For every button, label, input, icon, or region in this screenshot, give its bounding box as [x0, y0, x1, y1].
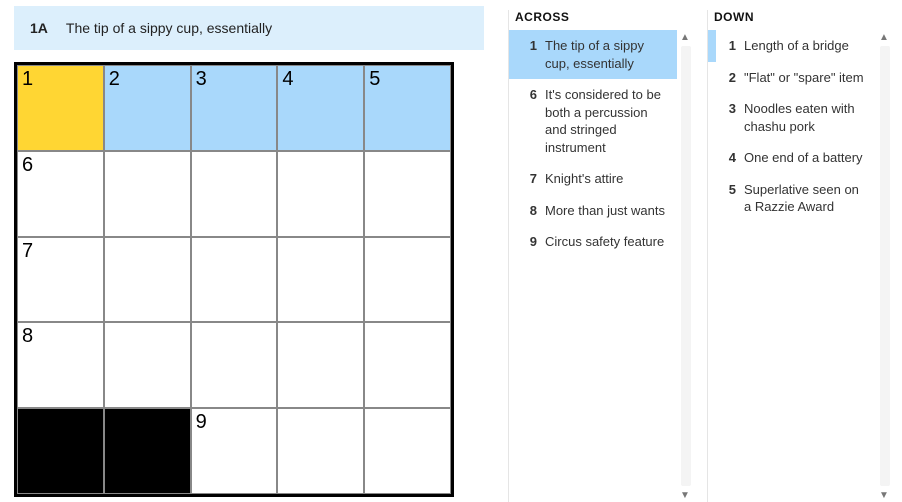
cell-number: 6 [22, 154, 33, 177]
clue-item[interactable]: 8 More than just wants [509, 195, 677, 227]
scrollbar[interactable] [880, 46, 890, 486]
clue-text: "Flat" or "spare" item [744, 69, 868, 87]
grid-cell[interactable] [277, 237, 364, 323]
scroll-up-icon[interactable]: ▲ [679, 30, 691, 44]
crossword-grid[interactable]: 1 2 3 4 5 6 7 8 9 [14, 62, 454, 497]
down-column: DOWN 1 Length of a bridge 2 "Flat" or "spar… [707, 10, 892, 502]
clue-item[interactable]: 3Noodles eaten with chashu pork [708, 93, 876, 142]
clue-item[interactable]: 1 Length of a bridge [708, 30, 876, 62]
clue-number: 2 [720, 69, 736, 87]
clue-number: 5 [720, 181, 736, 216]
grid-cell[interactable] [104, 151, 191, 237]
grid-cell[interactable] [364, 408, 451, 494]
grid-cell[interactable] [191, 237, 278, 323]
clue-number: 1 [521, 37, 537, 72]
clue-number: 6 [521, 86, 537, 156]
clue-number: 8 [521, 202, 537, 220]
cell-number: 1 [22, 68, 33, 91]
grid-cell[interactable]: 3 [191, 65, 278, 151]
clue-text: It's considered to be both a percussion … [545, 86, 669, 156]
grid-cell[interactable]: 5 [364, 65, 451, 151]
grid-cell[interactable]: 8 [17, 322, 104, 408]
clue-item[interactable]: 2 "Flat" or "spare" item [708, 62, 876, 94]
grid-cell[interactable]: 6 [17, 151, 104, 237]
cell-number: 2 [109, 68, 120, 91]
cell-number: 3 [196, 68, 207, 91]
clue-number: 9 [521, 233, 537, 251]
scrollbar[interactable] [681, 46, 691, 486]
across-column: ACROSS 1The tip of a sippy cup, essentia… [508, 10, 693, 502]
clue-number: 1 [720, 37, 736, 55]
clue-item[interactable]: 1The tip of a sippy cup, essentially [509, 30, 677, 79]
cell-number: 8 [22, 325, 33, 348]
scroll-down-icon[interactable]: ▼ [878, 488, 890, 502]
grid-cell[interactable] [364, 151, 451, 237]
clue-text: Knight's attire [545, 170, 669, 188]
grid-cell[interactable]: 1 [17, 65, 104, 151]
clue-number: 3 [720, 100, 736, 135]
clue-number: 7 [521, 170, 537, 188]
grid-cell[interactable] [277, 408, 364, 494]
scroll-up-icon[interactable]: ▲ [878, 30, 890, 44]
clue-lists: ACROSS 1The tip of a sippy cup, essentia… [484, 6, 892, 502]
grid-cell[interactable] [104, 322, 191, 408]
clue-text: One end of a battery [744, 149, 868, 167]
current-clue-id: 1A [30, 20, 48, 36]
grid-cell[interactable]: 7 [17, 237, 104, 323]
grid-cell[interactable] [364, 322, 451, 408]
across-list-wrap: 1The tip of a sippy cup, essentially6It'… [509, 30, 693, 502]
clue-item[interactable]: 7 Knight's attire [509, 163, 677, 195]
down-title: DOWN [714, 10, 892, 24]
cell-number: 5 [369, 68, 380, 91]
down-list-wrap: 1 Length of a bridge 2 "Flat" or "spare" it… [708, 30, 892, 502]
current-clue-bar[interactable]: 1A The tip of a sippy cup, essentially [14, 6, 484, 50]
cell-number: 9 [196, 411, 207, 434]
crossword-app: 1A The tip of a sippy cup, essentially 1… [0, 0, 902, 502]
grid-cell [104, 408, 191, 494]
grid-cell[interactable] [277, 322, 364, 408]
clue-item[interactable]: 5Superlative seen on a Razzie Award [708, 174, 876, 223]
grid-cell[interactable] [191, 322, 278, 408]
grid-cell[interactable] [364, 237, 451, 323]
clue-number: 4 [720, 149, 736, 167]
grid-cell[interactable]: 2 [104, 65, 191, 151]
clue-item[interactable]: 9 Circus safety feature [509, 226, 677, 258]
clue-text: Circus safety feature [545, 233, 669, 251]
across-list[interactable]: 1The tip of a sippy cup, essentially6It'… [509, 30, 693, 502]
grid-cell[interactable] [277, 151, 364, 237]
current-clue-text: The tip of a sippy cup, essentially [66, 20, 272, 36]
cell-number: 4 [282, 68, 293, 91]
clue-text: More than just wants [545, 202, 669, 220]
scroll-down-icon[interactable]: ▼ [679, 488, 691, 502]
cell-number: 7 [22, 240, 33, 263]
clue-text: Superlative seen on a Razzie Award [744, 181, 868, 216]
grid-cell[interactable]: 9 [191, 408, 278, 494]
left-panel: 1A The tip of a sippy cup, essentially 1… [14, 6, 484, 502]
grid-cell[interactable] [191, 151, 278, 237]
down-list[interactable]: 1 Length of a bridge 2 "Flat" or "spare" it… [708, 30, 892, 502]
grid-cell [17, 408, 104, 494]
across-title: ACROSS [515, 10, 693, 24]
clue-text: The tip of a sippy cup, essentially [545, 37, 669, 72]
grid-cell[interactable] [104, 237, 191, 323]
clue-item[interactable]: 4 One end of a battery [708, 142, 876, 174]
clue-text: Noodles eaten with chashu pork [744, 100, 868, 135]
grid-cell[interactable]: 4 [277, 65, 364, 151]
clue-text: Length of a bridge [744, 37, 868, 55]
clue-item[interactable]: 6It's considered to be both a percussion… [509, 79, 677, 163]
